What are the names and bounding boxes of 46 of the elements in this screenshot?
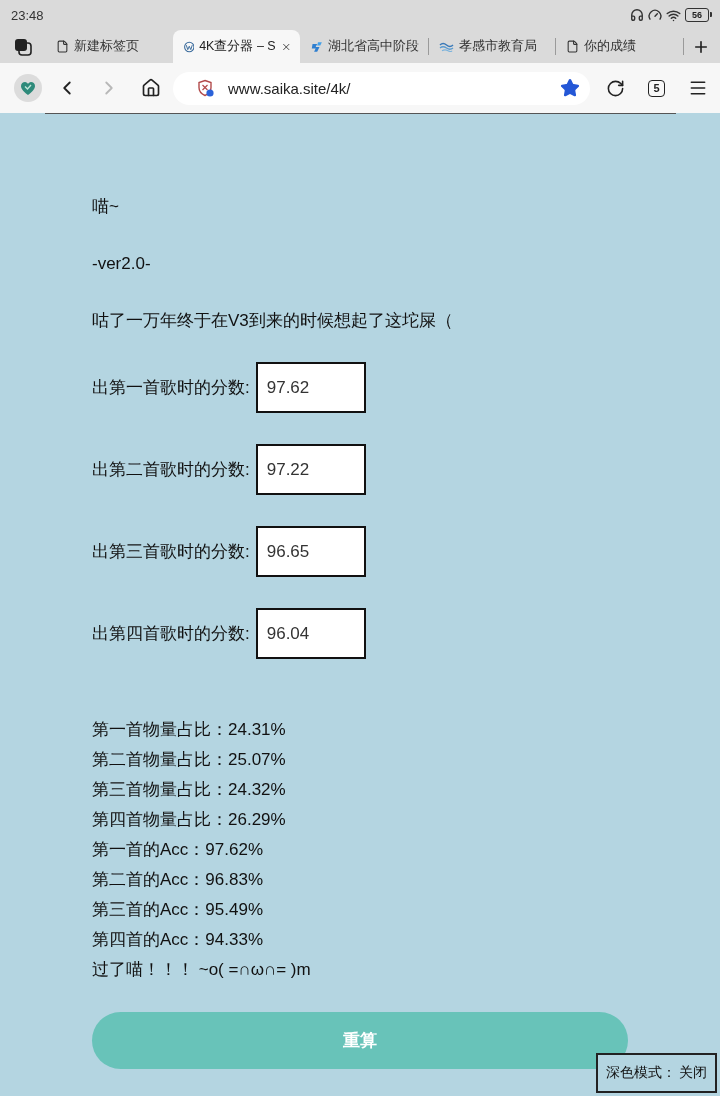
- dark-mode-toggle[interactable]: 深色模式： 关闭: [596, 1053, 717, 1093]
- browser-tab[interactable]: 你的成绩: [555, 30, 683, 63]
- score-label: 出第三首歌时的分数:: [92, 541, 250, 563]
- heart-avatar-icon[interactable]: [14, 74, 42, 102]
- logo-icon: [311, 39, 323, 54]
- score-input[interactable]: 97.62: [255, 362, 366, 413]
- clock-time: 23:48: [11, 7, 45, 23]
- score-input[interactable]: 97.22: [255, 444, 366, 495]
- home-icon: [141, 78, 161, 98]
- circle-logo-icon: [183, 39, 195, 54]
- result-text: 第三首物量占比：24.32%: [92, 779, 287, 801]
- wave-logo-icon: [438, 41, 454, 52]
- result-text: 第二首的Acc：96.83%: [92, 869, 264, 891]
- browser-tab[interactable]: 4K查分器 – S: [172, 30, 301, 63]
- browser-tab[interactable]: 湖北省高中阶段: [300, 30, 428, 63]
- menu-icon: [688, 78, 708, 98]
- score-label: 出第二首歌时的分数:: [92, 459, 250, 481]
- note-text: 咕了一万年终于在V3到来的时候想起了这坨屎（: [92, 310, 453, 332]
- result-text: 第四首的Acc：94.33%: [92, 929, 264, 951]
- battery-indicator: 56: [685, 8, 709, 22]
- address-bar[interactable]: www.saika.site/4k/: [173, 71, 590, 105]
- url-text: www.saika.site/4k/: [228, 79, 352, 97]
- gauge-icon: [648, 8, 662, 22]
- score-input[interactable]: 96.65: [255, 526, 366, 577]
- shield-icon: [197, 78, 215, 98]
- score-input[interactable]: 96.04: [255, 608, 366, 659]
- result-text: 过了喵！！！ ~o( =∩ω∩= )m: [92, 959, 311, 981]
- result-text: 第一首物量占比：24.31%: [92, 719, 287, 741]
- headphones-icon: [630, 8, 644, 22]
- browser-tab[interactable]: 新建标签页: [45, 30, 173, 63]
- browser-tab[interactable]: 孝感市教育局: [427, 30, 556, 63]
- result-text: 第四首物量占比：26.29%: [92, 809, 287, 831]
- tab-count-button[interactable]: 5: [648, 79, 665, 97]
- result-text: 第三首的Acc：95.49%: [92, 899, 264, 921]
- stacked-squares-icon: [13, 37, 32, 56]
- document-icon: [56, 40, 69, 53]
- wifi-icon: [666, 7, 681, 23]
- star-icon[interactable]: [560, 78, 580, 98]
- result-text: 第二首物量占比：25.07%: [92, 749, 287, 771]
- greeting-text: 喵~: [92, 196, 119, 218]
- score-label: 出第四首歌时的分数:: [92, 623, 250, 645]
- version-text: -ver2.0-: [92, 253, 151, 275]
- result-text: 第一首的Acc：97.62%: [92, 839, 264, 861]
- document-icon: [566, 40, 580, 53]
- reload-icon: [605, 78, 625, 98]
- score-label: 出第一首歌时的分数:: [92, 377, 250, 399]
